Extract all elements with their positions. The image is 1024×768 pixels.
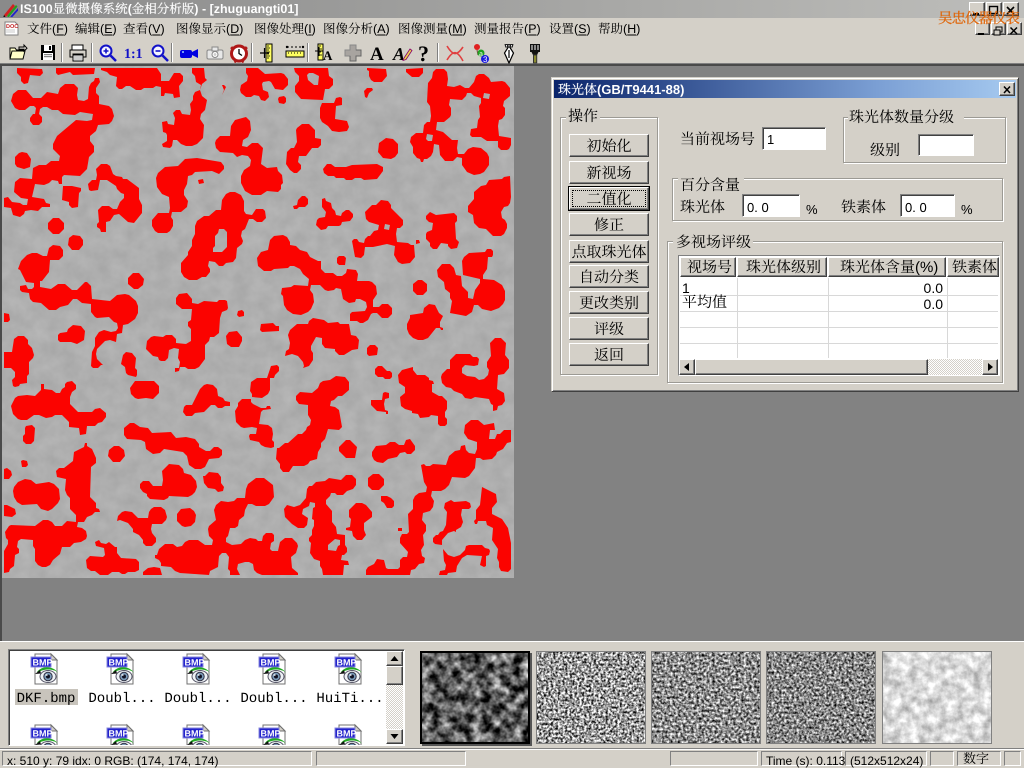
svg-text:1:1: 1:1 [124, 47, 143, 62]
svg-text:3: 3 [483, 55, 488, 64]
svg-text:A: A [392, 44, 405, 64]
svg-text:A: A [323, 48, 333, 63]
svg-text:?: ? [418, 42, 429, 64]
svg-text:DOC: DOC [6, 24, 18, 30]
svg-text:A: A [370, 44, 384, 64]
